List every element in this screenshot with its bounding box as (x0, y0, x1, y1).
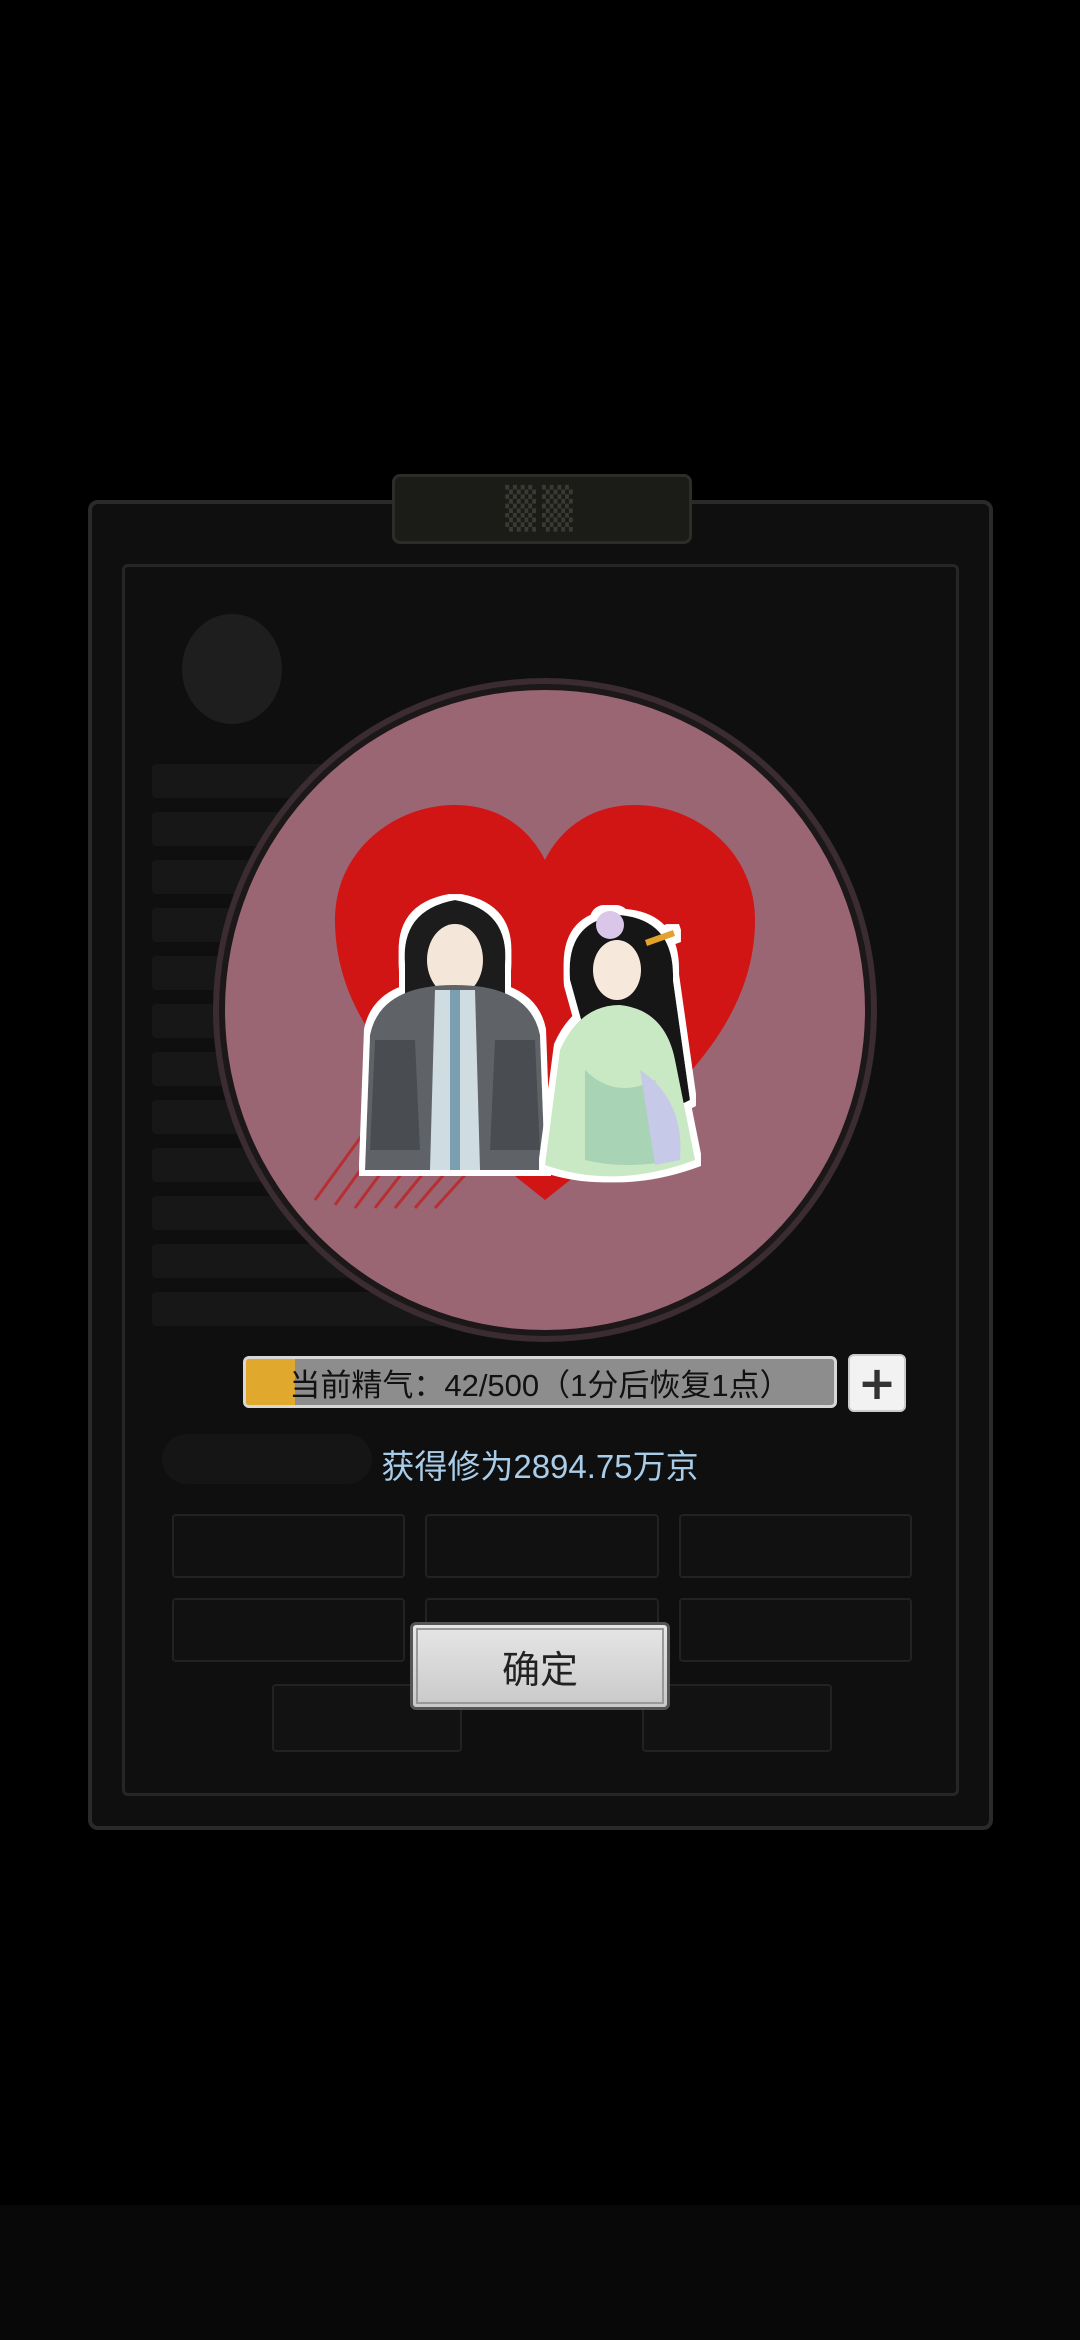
bg-grid-button (172, 1598, 406, 1662)
female-figure (545, 911, 695, 1177)
plus-icon: + (857, 1356, 897, 1410)
confirm-button[interactable]: 确定 (410, 1622, 670, 1710)
bg-grid-button (172, 1514, 406, 1578)
energy-progress-label: 当前精气：42/500（1分后恢复1点） (289, 1367, 791, 1403)
bg-grid-button (678, 1514, 912, 1578)
male-figure (365, 900, 545, 1170)
system-navigation-area (0, 2205, 1080, 2340)
background-title-glyph: ▒▒ (505, 486, 579, 532)
bg-grid-button (678, 1598, 912, 1662)
background-title-plate: ▒▒ (392, 474, 692, 544)
energy-progress-bar: 当前精气：42/500（1分后恢复1点） (243, 1356, 837, 1408)
bg-grid-button (425, 1514, 659, 1578)
background-avatar (182, 614, 282, 724)
bg-bottom-button (642, 1684, 832, 1752)
add-energy-button[interactable]: + (848, 1354, 906, 1412)
couple-illustration (365, 900, 695, 1177)
reward-message: 获得修为2894.75万京 (381, 1448, 699, 1485)
event-illustration (225, 690, 865, 1330)
